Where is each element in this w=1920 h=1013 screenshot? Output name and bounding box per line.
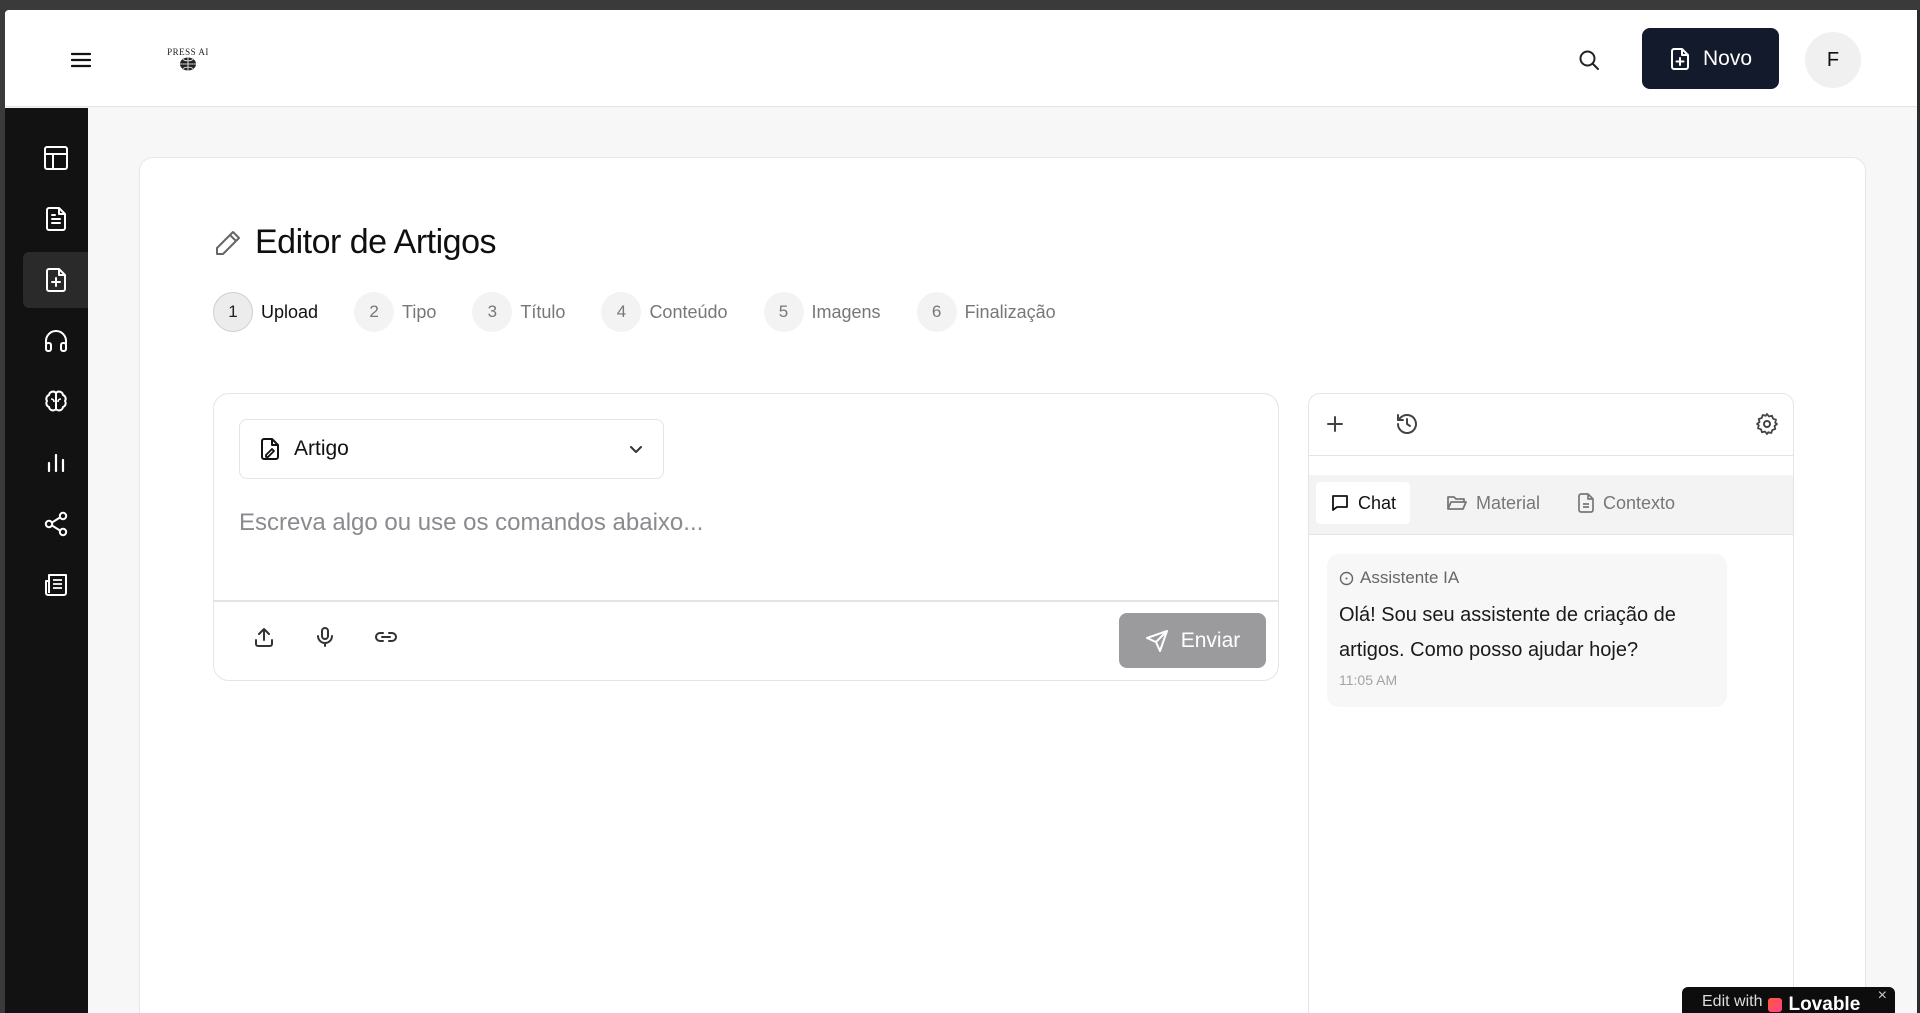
newspaper-icon	[44, 574, 67, 596]
microphone-button[interactable]	[307, 619, 343, 655]
tab-label: Chat	[1358, 492, 1397, 513]
sidebar	[5, 108, 88, 1013]
app-window: PRESS AI Novo F Editor de Artigos 1 Uplo…	[5, 10, 1920, 1013]
upload-button[interactable]	[246, 619, 282, 655]
top-header: PRESS AI Novo F	[5, 10, 1920, 107]
assistant-panel: Chat Material Contexto Assistente IA Olá…	[1308, 393, 1794, 1013]
lovable-heart-icon	[1768, 998, 1783, 1012]
chevron-down-icon	[630, 446, 642, 453]
send-label: Enviar	[1180, 628, 1241, 652]
clock-icon	[1339, 571, 1354, 585]
file-plus-icon	[45, 268, 66, 292]
sidebar-item-ai[interactable]	[23, 374, 88, 430]
step-conteudo[interactable]: 4 Conteúdo	[601, 292, 728, 332]
composer: Artigo Enviar	[213, 393, 1279, 681]
search-button[interactable]	[1573, 44, 1605, 76]
sidebar-item-share[interactable]	[23, 496, 88, 552]
sidebar-item-audio[interactable]	[23, 313, 88, 369]
history-button[interactable]	[1391, 408, 1423, 440]
lovable-badge[interactable]: Edit with Lovable ×	[1682, 987, 1895, 1013]
sidebar-item-articles[interactable]	[23, 191, 88, 247]
step-upload[interactable]: 1 Upload	[213, 292, 318, 332]
settings-button[interactable]	[1751, 408, 1783, 440]
new-button-label: Novo	[1702, 46, 1753, 70]
step-titulo[interactable]: 3 Título	[472, 292, 565, 332]
headphones-icon	[44, 330, 67, 352]
user-avatar[interactable]: F	[1805, 32, 1861, 88]
pencil-icon	[216, 230, 240, 255]
tab-contexto[interactable]: Contexto	[1563, 482, 1689, 524]
message-text: Olá! Sou seu assistente de criação de ar…	[1339, 604, 1676, 661]
plus-icon	[1327, 416, 1343, 432]
tab-chat[interactable]: Chat	[1316, 482, 1411, 524]
brain-icon	[44, 390, 67, 412]
badge-brand: Lovable	[1788, 994, 1861, 1013]
new-chat-button[interactable]	[1319, 408, 1351, 440]
link-button[interactable]	[368, 619, 404, 655]
menu-icon	[71, 52, 91, 68]
step-finalizacao[interactable]: 6 Finalização	[916, 292, 1056, 332]
file-plus-icon	[1670, 47, 1689, 70]
sidebar-item-dashboard[interactable]	[23, 130, 88, 186]
upload-icon	[255, 628, 273, 647]
message-input[interactable]	[239, 498, 1249, 548]
sidebar-item-news[interactable]	[23, 557, 88, 613]
step-tipo[interactable]: 2 Tipo	[354, 292, 436, 332]
step-number: 2	[354, 292, 395, 332]
page-title: Editor de Artigos	[255, 223, 496, 261]
title-row: Editor de Artigos	[213, 223, 496, 262]
step-number: 5	[763, 292, 804, 332]
step-number: 3	[472, 292, 513, 332]
assistant-message: Assistente IA Olá! Sou seu assistente de…	[1327, 554, 1727, 707]
tab-label: Material	[1476, 492, 1541, 513]
panel-toolbar	[1309, 394, 1793, 456]
history-icon	[1397, 414, 1417, 434]
step-number: 6	[916, 292, 957, 332]
step-imagens[interactable]: 5 Imagens	[763, 292, 881, 332]
tab-label: Contexto	[1603, 492, 1676, 513]
layout-icon	[43, 146, 68, 170]
step-label: Finalização	[964, 301, 1056, 322]
message-header: Assistente IA	[1339, 568, 1715, 588]
search-icon	[1579, 50, 1599, 70]
message-time: 11:05 AM	[1339, 672, 1398, 688]
message-square-icon	[1332, 495, 1348, 511]
content-type-select[interactable]: Artigo	[239, 419, 664, 479]
step-label: Upload	[261, 301, 319, 322]
editor-card: Editor de Artigos 1 Upload 2 Tipo 3 Títu…	[139, 157, 1866, 1013]
hamburger-menu-button[interactable]	[68, 47, 94, 73]
sidebar-item-analytics[interactable]	[23, 435, 88, 491]
step-label: Tipo	[402, 301, 437, 322]
file-text-icon	[45, 207, 66, 231]
message-sender: Assistente IA	[1360, 568, 1460, 587]
folder-open-icon	[1447, 496, 1467, 510]
step-indicator: 1 Upload 2 Tipo 3 Título 4 Conteúdo 5 Im…	[213, 292, 1092, 332]
logo-text: PRESS AI	[167, 47, 209, 57]
step-number: 4	[601, 292, 642, 332]
step-label: Imagens	[811, 301, 881, 322]
file-icon	[1578, 493, 1594, 513]
content-type-value: Artigo	[294, 437, 349, 460]
step-label: Título	[520, 301, 566, 322]
composer-divider	[214, 600, 1278, 602]
badge-close-button[interactable]: ×	[1878, 987, 1887, 1005]
sidebar-item-new-article[interactable]	[23, 252, 88, 308]
globe-icon	[180, 57, 196, 71]
send-icon	[1145, 629, 1168, 652]
send-button[interactable]: Enviar	[1119, 613, 1266, 668]
step-number: 1	[213, 292, 253, 332]
press-ai-logo[interactable]: PRESS AI	[160, 34, 216, 84]
step-label: Conteúdo	[649, 301, 728, 322]
file-signature-icon	[261, 438, 279, 460]
share-icon	[44, 511, 67, 537]
microphone-icon	[317, 627, 333, 647]
tab-material[interactable]: Material	[1432, 482, 1554, 524]
badge-edit-label: Edit with	[1702, 993, 1763, 1010]
link-icon	[375, 632, 397, 642]
new-article-button[interactable]: Novo	[1642, 28, 1779, 89]
bar-chart-icon	[47, 453, 64, 473]
gear-icon	[1756, 413, 1778, 435]
assistant-tabs: Chat Material Contexto	[1309, 475, 1793, 535]
